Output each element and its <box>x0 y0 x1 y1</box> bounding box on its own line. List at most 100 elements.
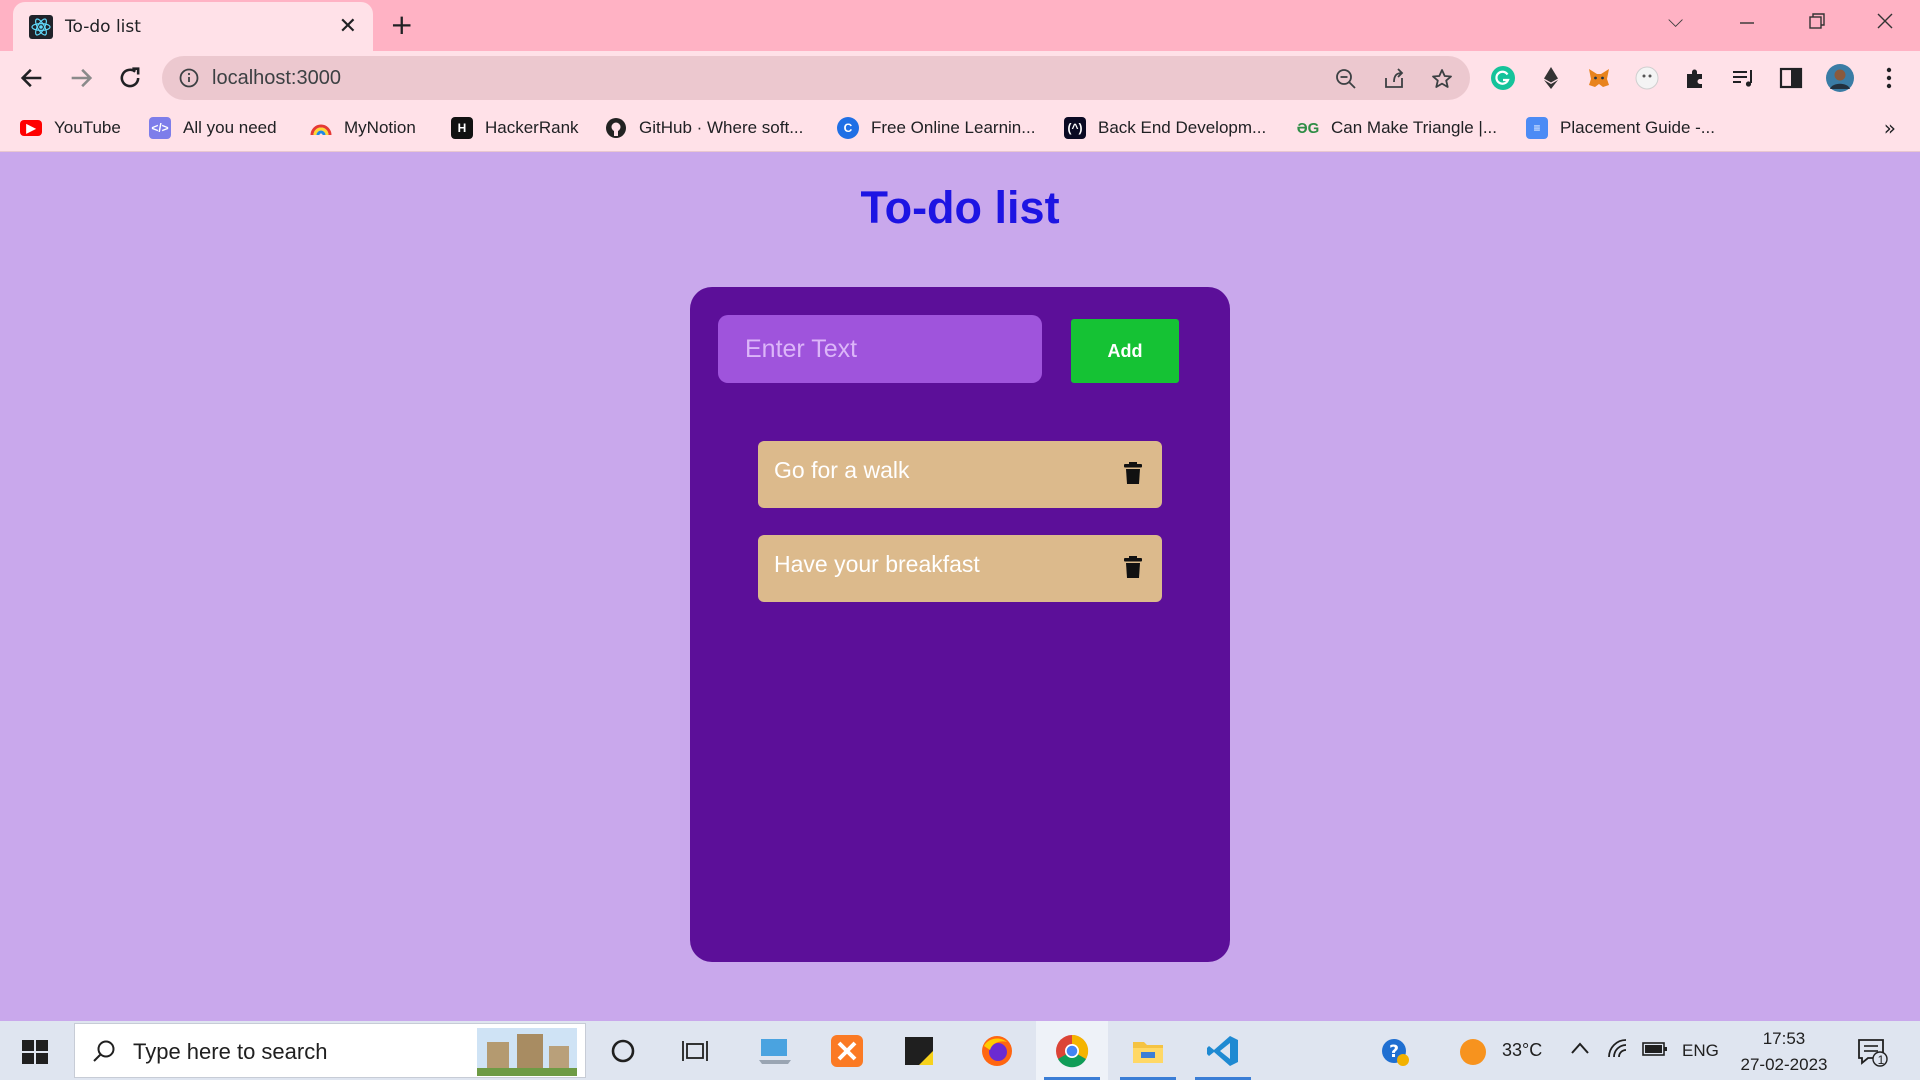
todo-text: Have your breakfast <box>774 551 980 577</box>
react-icon <box>29 14 53 39</box>
clock[interactable]: 17:53 27-02-2023 <box>1734 1026 1834 1078</box>
tab-strip: To-do list ✕ + ⌵ <box>0 0 1920 51</box>
notification-count: 1 <box>1877 1053 1885 1067</box>
page-content: To-do list Add Go for a walk Have your b… <box>0 152 1920 1021</box>
bookmarks-bar: ▶ YouTube </> All you need MyNotion H Ha… <box>0 104 1920 152</box>
bookmark-label: YouTube <box>54 118 121 137</box>
reload-icon[interactable] <box>116 64 144 92</box>
help-icon[interactable]: ? <box>1380 1037 1410 1067</box>
bookmark-hackerrank[interactable]: H HackerRank <box>451 115 579 141</box>
grammarly-icon[interactable] <box>1490 65 1516 91</box>
todo-text: Go for a walk <box>774 457 910 483</box>
firefox-icon <box>982 1035 1012 1066</box>
menu-kebab-icon[interactable] <box>1876 65 1902 91</box>
taskbar-chrome[interactable] <box>1036 1021 1108 1080</box>
hackerrank-icon: H <box>451 117 473 139</box>
search-icon <box>93 1040 115 1062</box>
extension-ghost-icon[interactable] <box>1634 65 1660 91</box>
bookmark-placement-guide[interactable]: ≡ Placement Guide -... <box>1526 115 1715 141</box>
browser-toolbar: localhost:3000 <box>0 51 1920 104</box>
cortana-icon <box>611 1039 635 1062</box>
github-icon <box>606 118 626 138</box>
vscode-icon <box>1207 1035 1238 1066</box>
todo-item: Have your breakfast <box>758 535 1162 602</box>
wifi-icon[interactable] <box>1606 1037 1630 1061</box>
bookmark-label: Free Online Learnin... <box>871 118 1036 137</box>
add-button[interactable]: Add <box>1071 319 1179 383</box>
todo-item: Go for a walk <box>758 441 1162 508</box>
side-panel-icon[interactable] <box>1778 65 1804 91</box>
taskbar-search[interactable]: Type here to search <box>74 1023 586 1078</box>
share-icon[interactable] <box>1382 67 1406 91</box>
sticky-notes-icon <box>905 1036 933 1065</box>
bookmark-youtube[interactable]: ▶ YouTube <box>20 115 121 141</box>
windows-start-icon[interactable] <box>22 1040 48 1064</box>
docs-icon: ≡ <box>1526 117 1548 139</box>
rainbow-icon <box>310 124 332 136</box>
close-window-icon[interactable] <box>1876 12 1894 30</box>
tab-todo-list[interactable]: To-do list ✕ <box>13 2 373 51</box>
taskbar-vscode[interactable] <box>1187 1021 1259 1080</box>
tray-chevron-up-icon[interactable] <box>1570 1041 1590 1055</box>
bookmark-label: All you need <box>183 118 277 137</box>
clock-date: 27-02-2023 <box>1740 1055 1828 1074</box>
bookmark-label: Back End Developm... <box>1098 118 1267 137</box>
zoom-out-icon[interactable] <box>1334 67 1358 91</box>
tab-search-chevron-icon[interactable]: ⌵ <box>1668 8 1683 32</box>
taskbar-this-pc[interactable] <box>739 1021 811 1080</box>
bookmark-github[interactable]: GitHub · Where soft... <box>605 115 803 141</box>
taskbar-xampp[interactable] <box>811 1021 883 1080</box>
search-placeholder: Type here to search <box>133 1039 328 1064</box>
taskbar-cortana[interactable] <box>587 1021 659 1080</box>
trash-icon[interactable] <box>1122 461 1144 485</box>
media-control-icon[interactable] <box>1730 65 1756 91</box>
tab-title: To-do list <box>65 16 141 37</box>
folder-icon <box>1133 1041 1163 1063</box>
bookmark-label: Placement Guide -... <box>1560 118 1715 137</box>
language-indicator[interactable]: ENG <box>1682 1041 1719 1061</box>
bookmark-freecodecamp[interactable]: (^) Back End Developm... <box>1064 115 1266 141</box>
todo-text-input[interactable] <box>718 315 1042 383</box>
address-bar[interactable]: localhost:3000 <box>162 56 1470 100</box>
trash-icon[interactable] <box>1122 555 1144 579</box>
extensions-puzzle-icon[interactable] <box>1682 65 1708 91</box>
battery-icon[interactable] <box>1642 1041 1668 1057</box>
geeksforgeeks-icon: ƏG <box>1296 119 1320 137</box>
bookmark-label: Can Make Triangle |... <box>1331 118 1497 137</box>
tab-close-icon[interactable]: ✕ <box>339 15 357 38</box>
forward-icon[interactable] <box>67 64 95 92</box>
page-title: To-do list <box>860 182 1060 233</box>
chrome-icon <box>1056 1034 1089 1067</box>
back-icon[interactable] <box>18 64 46 92</box>
task-view-icon <box>682 1040 708 1061</box>
taskbar-task-view[interactable] <box>659 1021 731 1080</box>
bookmark-label: MyNotion <box>344 118 416 137</box>
metamask-icon[interactable] <box>1586 65 1612 91</box>
site-info-icon[interactable] <box>178 67 200 89</box>
taskbar-firefox[interactable] <box>961 1021 1033 1080</box>
code-icon: </> <box>149 117 171 139</box>
weather-temperature[interactable]: 33°C <box>1502 1040 1542 1061</box>
coursera-icon: C <box>837 117 859 139</box>
taskbar: Type here to search ? 33°C ENG 17:53 27-… <box>0 1021 1920 1080</box>
youtube-icon: ▶ <box>20 120 42 136</box>
todo-card: Add Go for a walk Have your breakfast <box>690 287 1230 962</box>
bookmark-coursera[interactable]: C Free Online Learnin... <box>837 115 1035 141</box>
bookmark-label: GitHub · Where soft... <box>639 118 804 137</box>
clock-time: 17:53 <box>1762 1029 1806 1048</box>
url-text: localhost:3000 <box>212 67 341 89</box>
bookmarks-overflow-button[interactable]: » <box>1884 116 1896 140</box>
bookmark-all-you-need[interactable]: </> All you need <box>149 115 277 141</box>
taskbar-sticky-notes[interactable] <box>883 1021 955 1080</box>
profile-avatar[interactable] <box>1825 63 1855 93</box>
bookmark-star-icon[interactable] <box>1430 67 1454 91</box>
bookmark-mynotion[interactable]: MyNotion <box>310 115 416 141</box>
weather-sun-icon[interactable] <box>1458 1037 1488 1067</box>
new-tab-button[interactable]: + <box>390 10 413 40</box>
taskbar-file-explorer[interactable] <box>1112 1021 1184 1080</box>
minimize-icon[interactable] <box>1738 14 1756 32</box>
computer-icon <box>759 1038 791 1064</box>
ethereum-icon[interactable] <box>1538 65 1564 91</box>
bookmark-geeksforgeeks[interactable]: ƏG Can Make Triangle |... <box>1297 115 1497 141</box>
restore-icon[interactable] <box>1808 12 1826 30</box>
